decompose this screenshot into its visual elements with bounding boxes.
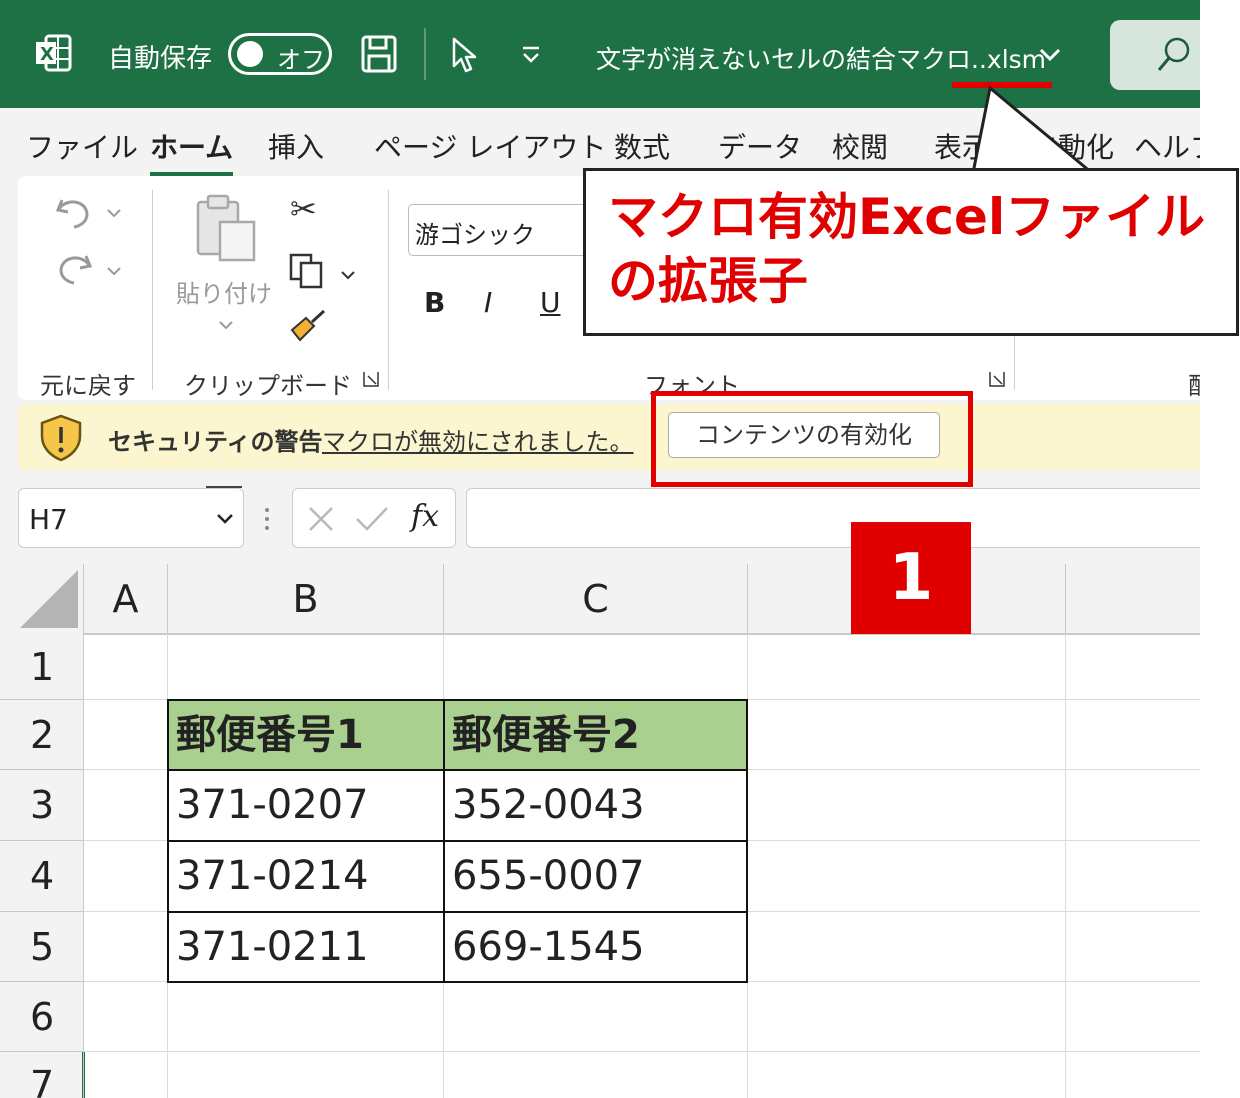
dialog-launcher-icon[interactable] <box>988 370 1006 388</box>
table-cell[interactable]: 371-0207 <box>168 770 444 841</box>
tab-formulas[interactable]: 数式 <box>614 126 670 166</box>
table-cell[interactable]: 655-0007 <box>444 841 748 912</box>
paste-dropdown-icon[interactable] <box>218 316 234 330</box>
table-cell[interactable]: 371-0214 <box>168 841 444 912</box>
callout-text: マクロ有効Excelファイルの拡張子 <box>608 188 1206 310</box>
autosave-state: オフ <box>277 46 325 74</box>
autosave-label: 自動保存 <box>108 44 213 74</box>
pointer-mode-icon[interactable] <box>450 36 478 74</box>
tab-review[interactable]: 校閲 <box>832 126 888 166</box>
annotation-callout: マクロ有効Excelファイルの拡張子 <box>583 168 1239 336</box>
chevron-down-icon[interactable] <box>215 511 235 525</box>
tab-data[interactable]: データ <box>718 126 802 166</box>
table-cell[interactable]: 352-0043 <box>444 770 748 841</box>
font-name-value: 游ゴシック <box>415 221 535 249</box>
group-divider <box>1014 336 1015 390</box>
row-header-1[interactable]: 1 <box>0 634 84 700</box>
table-border <box>167 769 748 771</box>
redo-icon[interactable] <box>54 250 94 286</box>
search-box[interactable] <box>1110 20 1200 90</box>
formula-buttons: fx <box>292 488 456 548</box>
table-border <box>167 840 748 842</box>
row-header-5[interactable]: 5 <box>0 912 84 982</box>
svg-text:X: X <box>40 44 54 65</box>
underline-button[interactable]: U <box>540 286 561 319</box>
name-box[interactable]: H7 <box>18 488 244 548</box>
row-header-border <box>83 634 84 1098</box>
select-all-corner[interactable] <box>0 564 84 634</box>
tab-insert[interactable]: 挿入 <box>268 126 324 166</box>
format-painter-icon[interactable] <box>288 308 328 344</box>
table-cell[interactable]: 371-0211 <box>168 912 444 982</box>
macros-disabled-link[interactable]: マクロが無効にされました。 <box>322 422 634 457</box>
undo-group-label: 元に戻す <box>40 372 136 400</box>
column-header-a[interactable]: A <box>84 564 168 634</box>
cut-icon[interactable]: ✂ <box>290 190 317 228</box>
save-icon[interactable] <box>360 34 398 74</box>
italic-button[interactable]: I <box>484 286 492 319</box>
table-header-cell[interactable]: 郵便番号1 <box>168 700 444 771</box>
tab-help[interactable]: ヘルプ <box>1134 126 1200 166</box>
undo-icon[interactable] <box>54 194 94 230</box>
security-warning-bar: セキュリティの警告 マクロが無効にされました。 コンテンツの有効化 <box>18 404 1200 470</box>
table-cell[interactable]: 669-1545 <box>444 912 748 982</box>
toggle-knob <box>237 41 263 67</box>
row-header-2[interactable]: 2 <box>0 700 84 770</box>
name-box-value: H7 <box>29 503 68 536</box>
column-header-c[interactable]: C <box>444 564 748 634</box>
gridline <box>84 1051 1200 1052</box>
title-divider <box>424 28 426 80</box>
undo-dropdown-icon[interactable] <box>106 204 122 218</box>
tab-page-layout[interactable]: ページ レイアウト <box>374 126 606 166</box>
security-warning-title: セキュリティの警告 <box>108 428 323 456</box>
font-name-box[interactable]: 游ゴシック <box>408 204 608 256</box>
group-divider <box>152 190 153 390</box>
customize-qat-icon[interactable] <box>520 44 542 64</box>
file-name[interactable]: 文字が消えないセルの結合マクロ..xlsm <box>596 40 1046 76</box>
chevron-down-icon[interactable] <box>1038 46 1062 64</box>
clipboard-group-label: クリップボード <box>184 372 352 400</box>
enter-check-icon[interactable] <box>355 505 389 533</box>
insert-function-button[interactable]: fx <box>411 499 439 534</box>
row-header-4[interactable]: 4 <box>0 841 84 912</box>
tab-file[interactable]: ファイル <box>26 126 138 166</box>
redo-dropdown-icon[interactable] <box>106 262 122 276</box>
worksheet-grid: A B C 1 2 3 4 5 6 7 郵便番号1 郵便番号2 371-0207… <box>0 564 1200 1098</box>
paste-icon[interactable] <box>194 192 260 264</box>
shield-warning-icon <box>38 414 84 462</box>
row-header-3[interactable]: 3 <box>0 770 84 841</box>
column-header-b[interactable]: B <box>168 564 444 634</box>
formula-input[interactable] <box>466 488 1200 548</box>
search-icon <box>1156 36 1192 74</box>
excel-logo-icon: X <box>36 34 72 72</box>
step-badge: 1 <box>851 522 971 634</box>
alignment-group-label: 配 <box>1188 366 1200 401</box>
dialog-launcher-icon[interactable] <box>362 370 380 388</box>
column-header[interactable] <box>1066 564 1200 634</box>
paste-label[interactable]: 貼り付け <box>176 274 272 309</box>
copy-dropdown-icon[interactable] <box>340 266 356 280</box>
gridline <box>1065 634 1066 1098</box>
drag-handle-icon[interactable] <box>264 506 270 532</box>
header-border <box>84 633 1200 635</box>
row-header-7[interactable]: 7 <box>0 1052 84 1098</box>
bold-button[interactable]: B <box>424 286 445 319</box>
copy-icon[interactable] <box>288 252 326 290</box>
enable-content-highlight <box>651 391 973 487</box>
autosave-toggle[interactable]: オフ <box>228 33 332 75</box>
cancel-icon[interactable] <box>307 505 335 533</box>
table-header-cell[interactable]: 郵便番号2 <box>444 700 748 771</box>
row-header-6[interactable]: 6 <box>0 982 84 1052</box>
name-box-resize-handle[interactable] <box>206 486 242 488</box>
tab-home[interactable]: ホーム <box>150 126 234 176</box>
group-divider <box>388 190 389 390</box>
table-border <box>167 911 748 913</box>
